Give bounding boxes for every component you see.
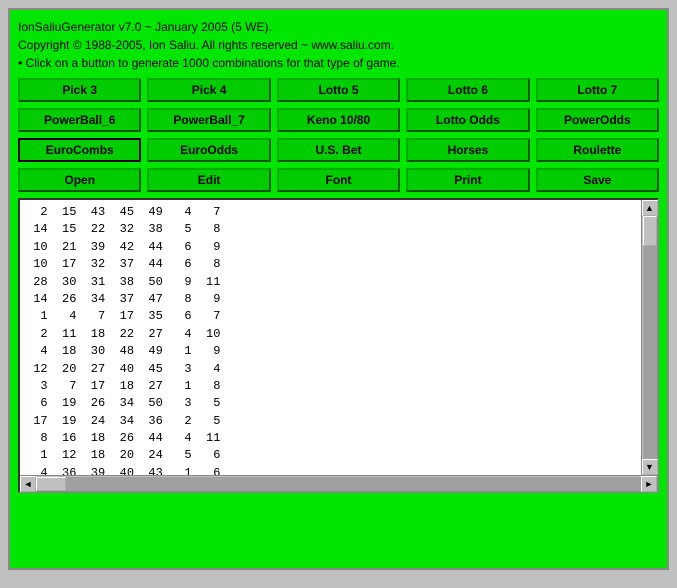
lotto6-button[interactable]: Lotto 6 <box>406 78 529 102</box>
hscroll-track[interactable] <box>36 477 641 491</box>
lotto7-button[interactable]: Lotto 7 <box>536 78 659 102</box>
header-section: IonSaliuGenerator v7.0 ~ January 2005 (5… <box>18 18 659 72</box>
powerodds-button[interactable]: PowerOdds <box>536 108 659 132</box>
button-row-3: OpenEdit FontPrint Save <box>18 168 659 192</box>
eurocombs-button[interactable]: EuroCombs <box>18 138 141 162</box>
euroodds-button[interactable]: EuroOdds <box>147 138 270 162</box>
button-row-2: EuroCombsEuroOdds U.S. BetHorses Roulette <box>18 138 659 162</box>
app-container: IonSaliuGenerator v7.0 ~ January 2005 (5… <box>8 8 669 570</box>
roulette-button[interactable]: Roulette <box>536 138 659 162</box>
button-row-0: Pick 3Pick 4 Lotto 5Lotto 6 Lotto 7 <box>18 78 659 102</box>
pick3-button[interactable]: Pick 3 <box>18 78 141 102</box>
header-line3: • Click on a button to generate 1000 com… <box>18 54 659 72</box>
output-inner: 2 15 43 45 49 4 7 14 15 22 32 38 5 8 10 … <box>20 200 657 475</box>
output-text: 2 15 43 45 49 4 7 14 15 22 32 38 5 8 10 … <box>20 200 641 475</box>
button-rows: Pick 3Pick 4 Lotto 5Lotto 6 Lotto 7 PowerBa… <box>18 78 659 192</box>
scroll-left-button[interactable]: ◄ <box>20 476 36 492</box>
scroll-down-button[interactable]: ▼ <box>642 459 658 475</box>
header-line1: IonSaliuGenerator v7.0 ~ January 2005 (5… <box>18 18 659 36</box>
scroll-up-button[interactable]: ▲ <box>642 200 658 216</box>
scroll-right-button[interactable]: ► <box>641 476 657 492</box>
hscroll-thumb[interactable] <box>36 477 66 491</box>
lotto5-button[interactable]: Lotto 5 <box>277 78 400 102</box>
keno-button[interactable]: Keno 10/80 <box>277 108 400 132</box>
powerball6-button[interactable]: PowerBall_6 <box>18 108 141 132</box>
lotto-odds-button[interactable]: Lotto Odds <box>406 108 529 132</box>
pick4-button[interactable]: Pick 4 <box>147 78 270 102</box>
scroll-thumb[interactable] <box>643 216 657 246</box>
vertical-scrollbar[interactable]: ▲ ▼ <box>641 200 657 475</box>
usbet-button[interactable]: U.S. Bet <box>277 138 400 162</box>
header-line2: Copyright © 1988-2005, Ion Saliu. All ri… <box>18 36 659 54</box>
font-button[interactable]: Font <box>277 168 400 192</box>
print-button[interactable]: Print <box>406 168 529 192</box>
open-button[interactable]: Open <box>18 168 141 192</box>
horses-button[interactable]: Horses <box>406 138 529 162</box>
save-button[interactable]: Save <box>536 168 659 192</box>
output-wrapper: 2 15 43 45 49 4 7 14 15 22 32 38 5 8 10 … <box>18 198 659 493</box>
powerball7-button[interactable]: PowerBall_7 <box>147 108 270 132</box>
horizontal-scrollbar[interactable]: ◄ ► <box>20 475 657 491</box>
scroll-track[interactable] <box>643 216 657 459</box>
button-row-1: PowerBall_6PowerBall_7 Keno 10/80Lotto Od… <box>18 108 659 132</box>
edit-button[interactable]: Edit <box>147 168 270 192</box>
